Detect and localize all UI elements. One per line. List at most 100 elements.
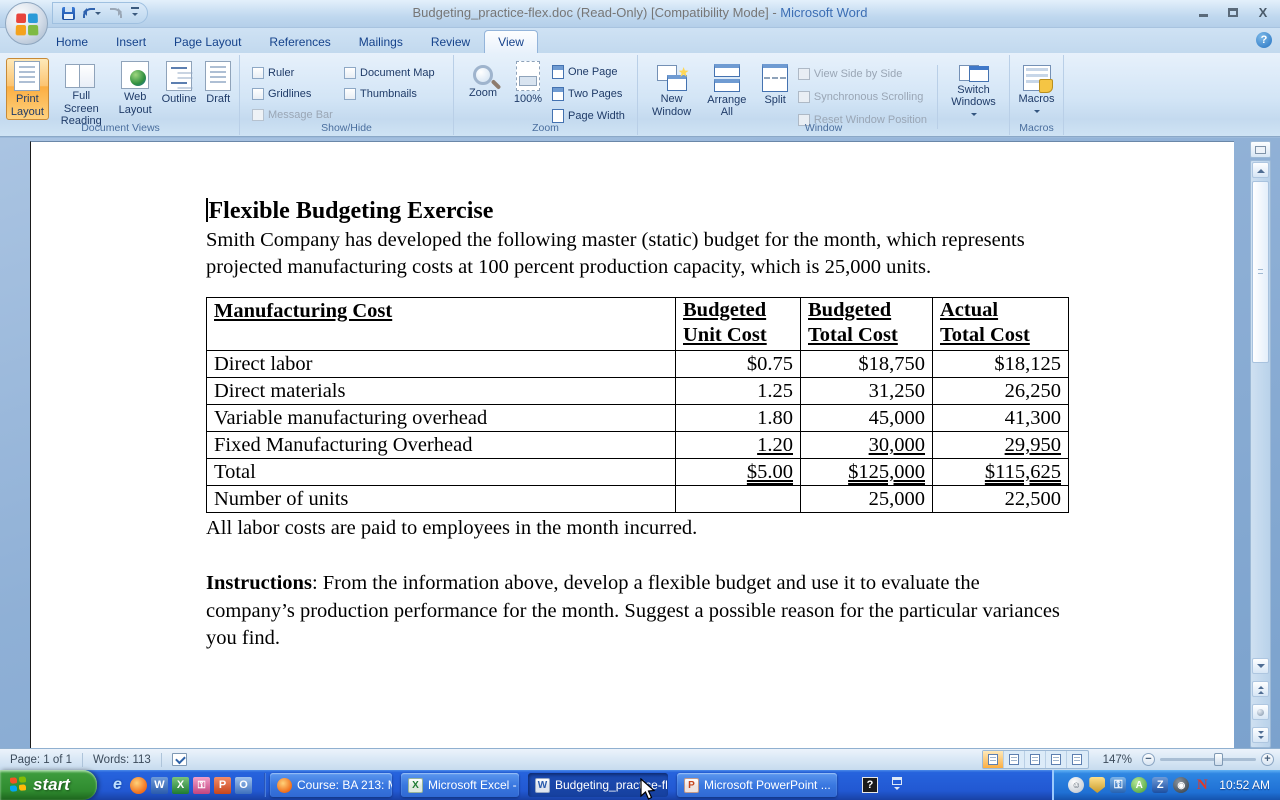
instructions-label: Instructions (206, 572, 312, 594)
full-screen-view-icon (1009, 754, 1019, 765)
close-button[interactable]: X (1252, 4, 1274, 20)
scrollbar-thumb[interactable] (1252, 181, 1269, 363)
draft-view-icon (1072, 754, 1082, 765)
taskbar-button-firefox[interactable]: Course: BA 213: Man... (270, 773, 392, 797)
taskbar-button-powerpoint[interactable]: P Microsoft PowerPoint ... (677, 773, 837, 797)
zoom-slider-thumb[interactable] (1214, 753, 1223, 766)
ruler-checkbox[interactable]: Ruler (252, 64, 344, 82)
zoom-icon (473, 65, 493, 85)
document-map-checkbox[interactable]: Document Map (344, 64, 448, 82)
new-window-label: New Window (649, 93, 694, 118)
gridlines-checkbox[interactable]: Gridlines (252, 85, 344, 103)
language-bar-help-button[interactable]: ? (862, 777, 878, 793)
tray-tools-icon[interactable]: ⚿ (1110, 777, 1126, 793)
tray-z-icon[interactable]: Z (1152, 777, 1168, 793)
cell-unit-cost: $0.75 (676, 350, 801, 377)
cell-unit-cost: $5.00 (747, 461, 793, 483)
ribbon: Print Layout Full Screen Reading Web Lay… (0, 53, 1280, 137)
text-cursor (206, 198, 208, 222)
macros-dropdown-icon (1034, 110, 1040, 116)
word-count[interactable]: Words: 113 (83, 754, 161, 766)
language-bar-restore-button[interactable] (892, 777, 902, 793)
tab-review[interactable]: Review (417, 30, 484, 53)
arrange-all-button[interactable]: Arrange All (701, 58, 752, 120)
tab-page-layout[interactable]: Page Layout (160, 30, 255, 53)
select-browse-object-button[interactable] (1252, 704, 1269, 720)
cell-budgeted-total: $18,750 (801, 350, 933, 377)
switch-windows-dropdown-icon (971, 113, 977, 119)
print-layout-button[interactable]: Print Layout (6, 58, 49, 120)
firefox-icon[interactable] (130, 777, 147, 794)
view-print-layout-button[interactable] (983, 751, 1004, 768)
document-page[interactable]: Flexible Budgeting Exercise Smith Compan… (30, 141, 1234, 748)
outline-button[interactable]: Outline (159, 58, 200, 120)
view-full-screen-button[interactable] (1004, 751, 1025, 768)
macros-icon (1023, 65, 1051, 91)
word-icon[interactable]: W (151, 777, 168, 794)
powerpoint-task-icon: P (684, 778, 699, 793)
scroll-up-button[interactable] (1252, 162, 1269, 178)
zoom-slider-track[interactable] (1160, 758, 1256, 761)
next-page-button[interactable] (1252, 727, 1269, 743)
keys-icon[interactable]: ⚿ (193, 777, 210, 794)
outlook-icon[interactable]: O (235, 777, 252, 794)
view-outline-button[interactable] (1046, 751, 1067, 768)
help-button[interactable]: ? (1256, 32, 1272, 48)
table-row: Direct labor $0.75 $18,750 $18,125 (207, 350, 1069, 377)
thumbnails-checkbox[interactable]: Thumbnails (344, 85, 448, 103)
zoom-100-button[interactable]: 100% (508, 58, 548, 120)
draft-button[interactable]: Draft (201, 58, 235, 120)
new-window-button[interactable]: New Window (646, 58, 697, 120)
window-title: Budgeting_practice-flex.doc (Read-Only) … (0, 5, 1280, 20)
minimize-button[interactable] (1192, 4, 1214, 20)
restore-button[interactable] (1222, 4, 1244, 20)
cell-budgeted-total: $125,000 (848, 461, 925, 483)
vertical-scrollbar[interactable] (1250, 160, 1271, 748)
taskbar-button-excel[interactable]: X Microsoft Excel - Bud... (401, 773, 519, 797)
view-web-layout-button[interactable] (1025, 751, 1046, 768)
internet-explorer-icon[interactable]: e (109, 777, 126, 794)
split-icon (762, 64, 788, 92)
scroll-down-button[interactable] (1252, 658, 1269, 674)
powerpoint-icon[interactable]: P (214, 777, 231, 794)
split-label: Split (764, 94, 785, 107)
zoom-out-button[interactable]: − (1142, 753, 1155, 766)
tray-shield-icon[interactable] (1089, 777, 1105, 793)
zoom-level[interactable]: 147% (1093, 754, 1138, 766)
tray-volume-icon[interactable]: ◉ (1173, 777, 1189, 793)
tab-mailings[interactable]: Mailings (345, 30, 417, 53)
office-button[interactable] (5, 2, 48, 45)
zoom-button[interactable]: Zoom (462, 58, 504, 120)
split-button[interactable]: Split (756, 58, 793, 120)
tray-messenger-icon[interactable]: ☺ (1068, 777, 1084, 793)
view-ruler-toggle-button[interactable] (1250, 141, 1271, 158)
one-page-label: One Page (568, 66, 618, 78)
task-label: Microsoft Excel - Bud... (428, 778, 519, 792)
two-pages-button[interactable]: Two Pages (552, 85, 625, 103)
arrange-all-label: Arrange All (704, 94, 749, 119)
view-draft-button[interactable] (1067, 751, 1088, 768)
zoom-in-button[interactable]: + (1261, 753, 1274, 766)
group-label-show-hide: Show/Hide (240, 122, 453, 134)
tab-references[interactable]: References (255, 30, 344, 53)
web-layout-button[interactable]: Web Layout (114, 58, 157, 120)
switch-windows-button[interactable]: Switch Windows (942, 58, 1005, 120)
web-layout-icon (121, 61, 149, 89)
tray-antivirus-icon[interactable]: A (1131, 777, 1147, 793)
full-screen-reading-button[interactable]: Full Screen Reading (51, 58, 112, 120)
tab-view[interactable]: View (484, 30, 538, 53)
proofing-status-icon[interactable] (172, 753, 187, 766)
start-label: start (33, 775, 70, 795)
previous-page-button[interactable] (1252, 681, 1269, 697)
tab-home[interactable]: Home (42, 30, 102, 53)
taskbar-clock[interactable]: 10:52 AM (1215, 778, 1270, 792)
excel-icon[interactable]: X (172, 777, 189, 794)
gridlines-checkbox-icon (252, 88, 264, 100)
tab-insert[interactable]: Insert (102, 30, 160, 53)
tray-n-icon[interactable]: N (1194, 777, 1210, 793)
excel-task-icon: X (408, 778, 423, 793)
page-indicator[interactable]: Page: 1 of 1 (0, 754, 82, 766)
macros-button[interactable]: Macros (1014, 58, 1059, 120)
start-button[interactable]: start (0, 770, 97, 800)
one-page-button[interactable]: One Page (552, 63, 625, 81)
